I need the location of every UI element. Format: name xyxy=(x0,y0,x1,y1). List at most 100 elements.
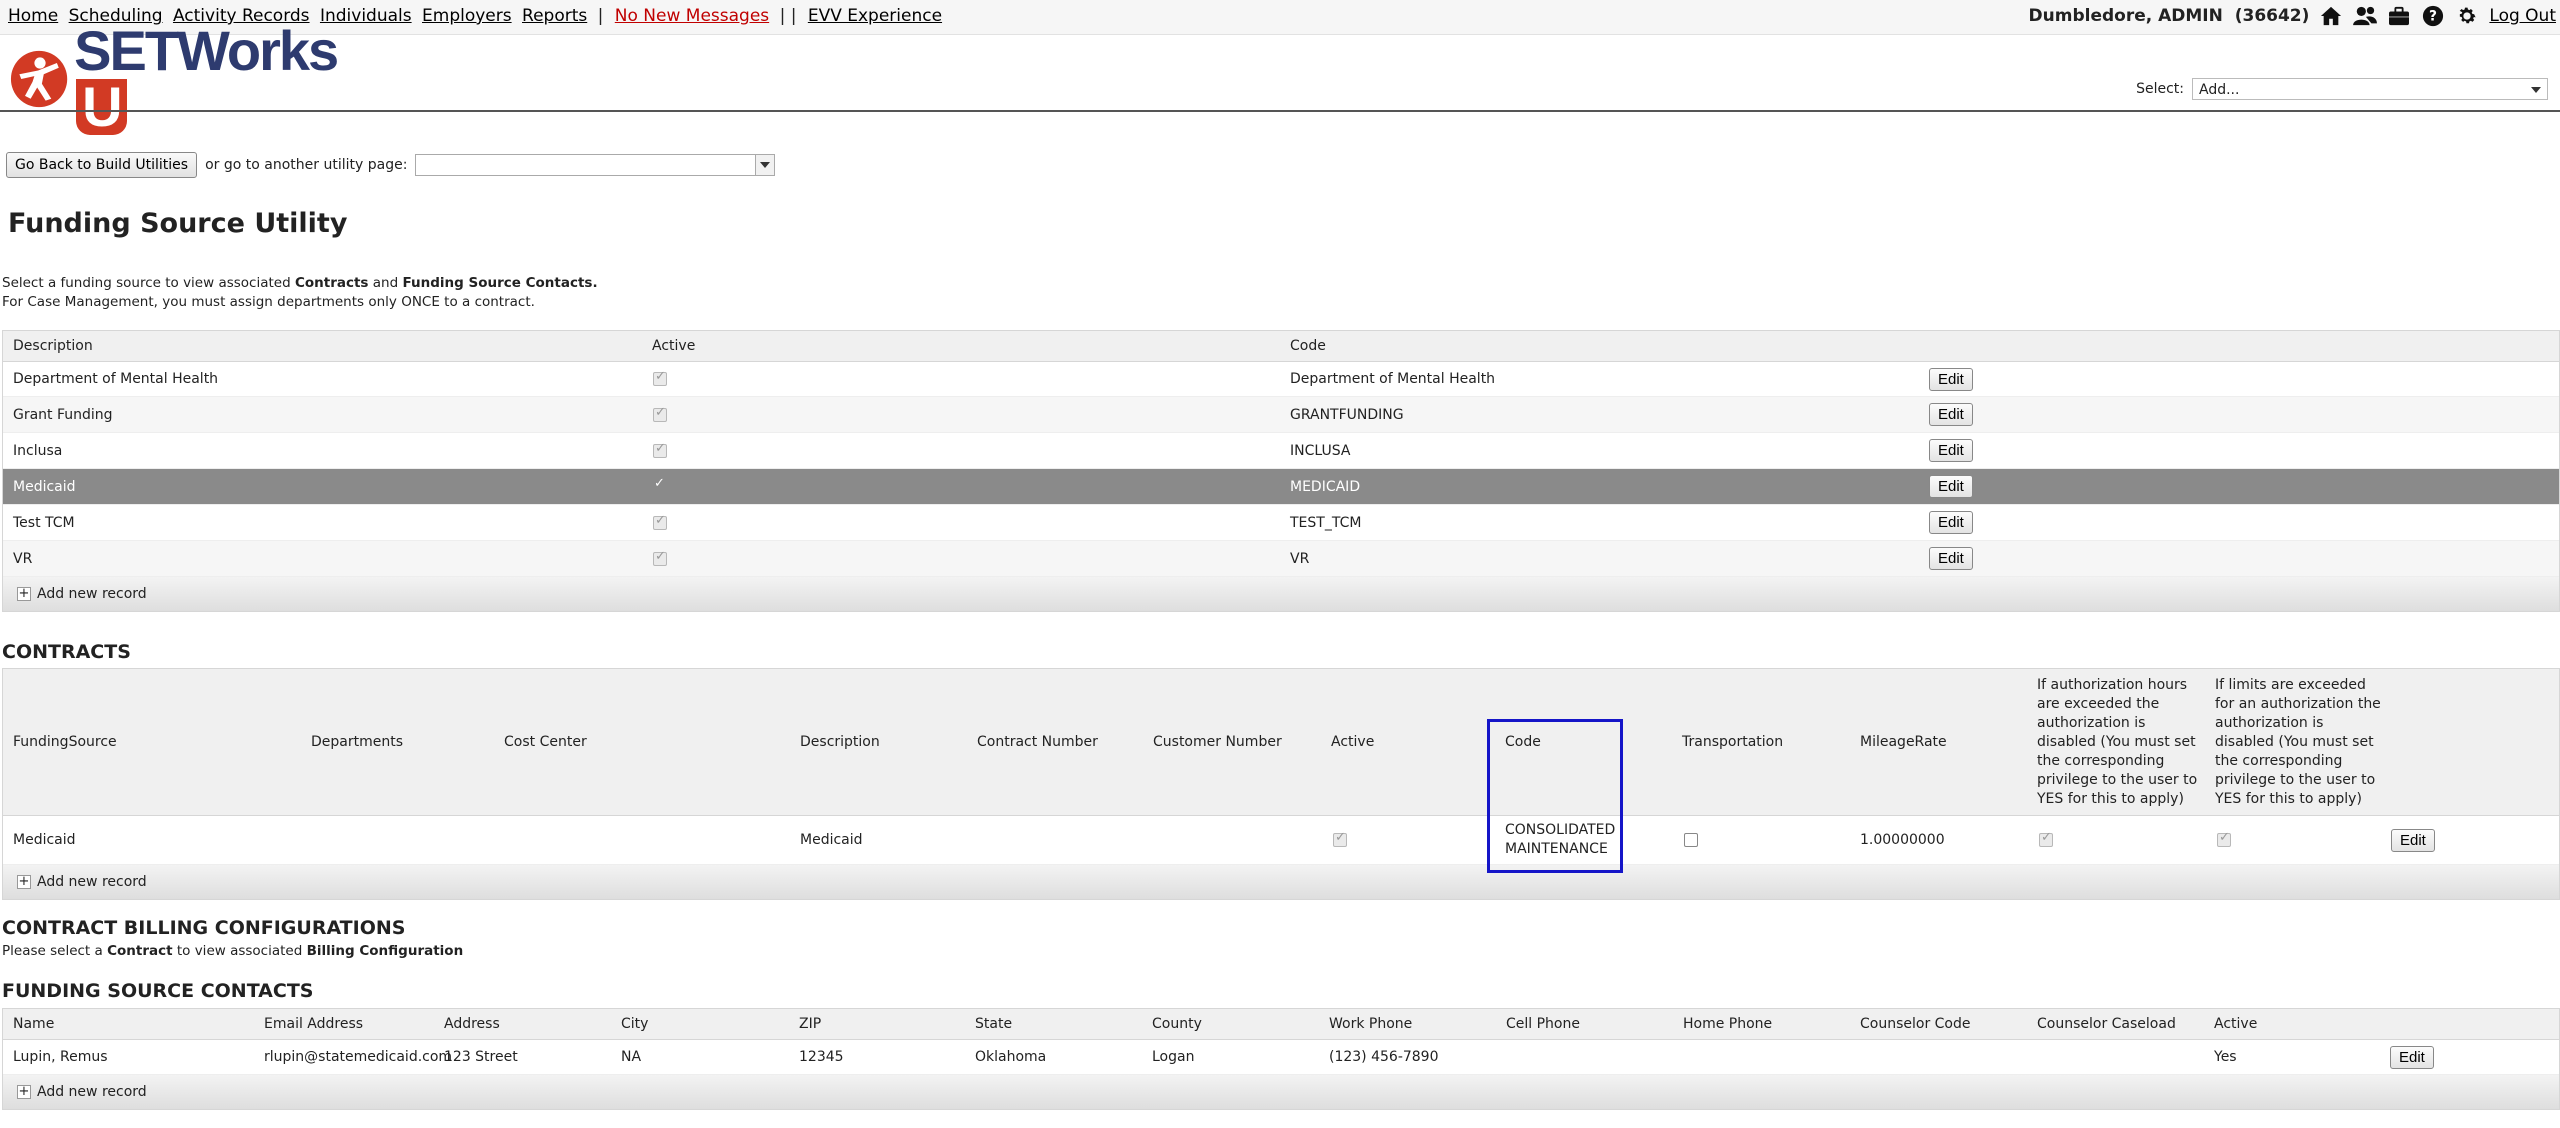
add-select: Select: Add... xyxy=(2136,78,2548,100)
table-row[interactable]: VR VR Edit xyxy=(3,541,2559,577)
col-description[interactable]: Description xyxy=(800,669,880,815)
col-counselor-code[interactable]: Counselor Code xyxy=(1860,1009,1971,1039)
col-code[interactable]: Code xyxy=(1290,331,1326,361)
edit-button[interactable]: Edit xyxy=(1929,403,1973,426)
col-limits-exceeded[interactable]: If limits are exceeded for an authorizat… xyxy=(2215,669,2383,815)
col-active[interactable]: Active xyxy=(652,331,695,361)
table-row[interactable]: Grant Funding GRANTFUNDING Edit xyxy=(3,397,2559,433)
setworks-logo[interactable]: SETWorksU xyxy=(10,23,370,135)
briefcase-icon[interactable] xyxy=(2387,4,2411,28)
col-hours-exceeded[interactable]: If authorization hours are exceeded the … xyxy=(2037,669,2205,815)
active-checkbox xyxy=(653,441,667,458)
edit-button[interactable]: Edit xyxy=(1929,547,1973,570)
plus-icon: + xyxy=(17,586,31,601)
contacts-grid: Name Email Address Address City ZIP Stat… xyxy=(2,1008,2560,1110)
logout-link[interactable]: Log Out xyxy=(2489,6,2556,26)
col-description[interactable]: Description xyxy=(13,331,93,361)
active-checkbox xyxy=(653,476,667,494)
col-counselor-caseload[interactable]: Counselor Caseload xyxy=(2037,1009,2176,1039)
active-checkbox xyxy=(653,405,667,422)
table-row[interactable]: Test TCM TEST_TCM Edit xyxy=(3,505,2559,541)
home-icon[interactable] xyxy=(2319,4,2343,28)
svg-text:?: ? xyxy=(2429,9,2437,25)
add-new-record-button[interactable]: + Add new record xyxy=(17,1075,147,1109)
grid-header: Name Email Address Address City ZIP Stat… xyxy=(3,1009,2559,1040)
col-work-phone[interactable]: Work Phone xyxy=(1329,1009,1412,1039)
active-checkbox xyxy=(653,513,667,530)
col-email[interactable]: Email Address xyxy=(264,1009,363,1039)
col-active[interactable]: Active xyxy=(1331,669,1374,815)
select-label: Select: xyxy=(2136,81,2184,97)
add-new-record-button[interactable]: + Add new record xyxy=(17,577,147,611)
col-county[interactable]: County xyxy=(1152,1009,1202,1039)
logo-text: SETWorksU xyxy=(74,19,339,138)
grid-header: FundingSource Departments Cost Center De… xyxy=(3,669,2559,816)
plus-icon: + xyxy=(17,874,31,889)
help-icon[interactable]: ? xyxy=(2421,4,2445,28)
nav-evv-experience[interactable]: EVV Experience xyxy=(808,6,942,26)
col-name[interactable]: Name xyxy=(13,1009,54,1039)
col-departments[interactable]: Departments xyxy=(311,669,403,815)
col-fundingsource[interactable]: FundingSource xyxy=(13,669,117,815)
active-checkbox xyxy=(1333,830,1347,847)
code-column-highlight xyxy=(1487,719,1623,873)
table-row[interactable]: Department of Mental Health Department o… xyxy=(3,362,2559,397)
col-city[interactable]: City xyxy=(621,1009,648,1039)
edit-button[interactable]: Edit xyxy=(1929,475,1973,498)
edit-button[interactable]: Edit xyxy=(1929,439,1973,462)
transportation-checkbox xyxy=(1684,833,1698,847)
header-divider xyxy=(0,110,2560,112)
utility-goto-label: or go to another utility page: xyxy=(205,157,408,173)
nav-separator: | | xyxy=(779,6,797,26)
col-address[interactable]: Address xyxy=(444,1009,500,1039)
edit-button[interactable]: Edit xyxy=(2390,1045,2434,1069)
grid-footer: + Add new record xyxy=(3,577,2559,611)
table-row[interactable]: Inclusa INCLUSA Edit xyxy=(3,433,2559,469)
active-checkbox xyxy=(653,369,667,386)
col-active[interactable]: Active xyxy=(2214,1009,2257,1039)
table-row-selected[interactable]: Medicaid MEDICAID Edit xyxy=(3,469,2559,505)
plus-icon: + xyxy=(17,1084,31,1099)
logo-figure-icon xyxy=(10,50,68,108)
intro-text: Select a funding source to view associat… xyxy=(2,275,598,310)
col-home-phone[interactable]: Home Phone xyxy=(1683,1009,1772,1039)
contracts-grid: FundingSource Departments Cost Center De… xyxy=(2,668,2560,900)
funding-source-grid: Description Active Code Department of Me… xyxy=(2,330,2560,612)
chevron-down-icon xyxy=(2531,87,2541,93)
nav-messages[interactable]: No New Messages xyxy=(615,6,769,26)
edit-button[interactable]: Edit xyxy=(1929,367,1973,391)
grid-footer: + Add new record xyxy=(3,1075,2559,1109)
table-row[interactable]: Lupin, Remus rlupin@statemedicaid.com 12… xyxy=(3,1040,2559,1075)
nav-separator: | xyxy=(597,6,604,26)
utility-nav: Go Back to Build Utilities or go to anot… xyxy=(6,152,776,178)
contracts-title: CONTRACTS xyxy=(2,641,131,663)
billing-title: CONTRACT BILLING CONFIGURATIONS xyxy=(2,917,406,939)
utility-page-dropdown[interactable] xyxy=(415,154,776,176)
active-checkbox xyxy=(653,549,667,566)
table-row[interactable]: Medicaid Medicaid CONSOLIDATED MAINTENAN… xyxy=(3,816,2559,865)
page-title: Funding Source Utility xyxy=(8,208,348,239)
back-to-build-utilities-button[interactable]: Go Back to Build Utilities xyxy=(6,152,198,178)
col-mileagerate[interactable]: MileageRate xyxy=(1860,669,1947,815)
edit-button[interactable]: Edit xyxy=(2391,828,2435,852)
nav-reports[interactable]: Reports xyxy=(522,6,587,26)
col-cost-center[interactable]: Cost Center xyxy=(504,669,587,815)
user-name: Dumbledore, ADMIN (36642) xyxy=(2028,6,2310,26)
gear-icon[interactable] xyxy=(2455,4,2479,28)
add-dropdown[interactable]: Add... xyxy=(2192,78,2548,100)
col-customer-number[interactable]: Customer Number xyxy=(1153,669,1282,815)
col-transportation[interactable]: Transportation xyxy=(1682,669,1783,815)
edit-button[interactable]: Edit xyxy=(1929,511,1973,534)
grid-header: Description Active Code xyxy=(3,331,2559,362)
add-new-record-button[interactable]: + Add new record xyxy=(17,865,147,899)
nav-home[interactable]: Home xyxy=(8,6,58,26)
users-icon[interactable] xyxy=(2353,4,2378,28)
col-contract-number[interactable]: Contract Number xyxy=(977,669,1098,815)
user-area: Dumbledore, ADMIN (36642) ? Log Out xyxy=(2029,4,2556,28)
col-zip[interactable]: ZIP xyxy=(799,1009,821,1039)
col-cell-phone[interactable]: Cell Phone xyxy=(1506,1009,1580,1039)
col-state[interactable]: State xyxy=(975,1009,1012,1039)
nav-employers[interactable]: Employers xyxy=(422,6,512,26)
limits-exceeded-checkbox xyxy=(2217,830,2231,847)
chevron-down-icon[interactable] xyxy=(755,155,775,175)
